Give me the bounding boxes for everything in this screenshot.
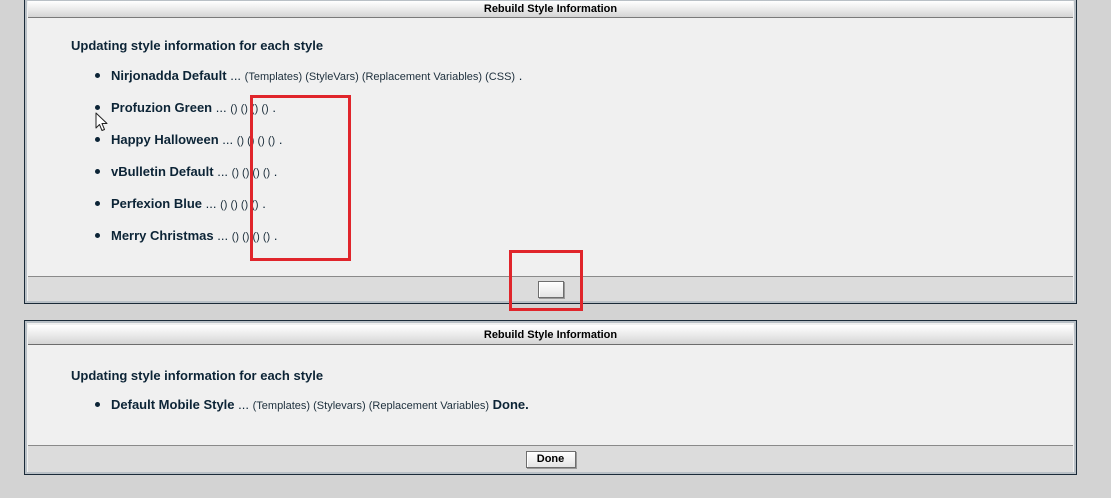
bullet-icon [95, 233, 100, 238]
bullet-icon [95, 201, 100, 206]
progress-dots: ... [217, 164, 229, 179]
progress-dots: ... [215, 100, 227, 115]
highlight-box-empty-steps [250, 95, 351, 261]
bullet-icon [95, 73, 100, 78]
rebuild-steps: (Templates) (StyleVars) (Replacement Var… [244, 71, 516, 83]
bullet-icon [95, 402, 100, 407]
progress-dots: ... [222, 132, 234, 147]
style-name: Perfexion Blue [111, 196, 203, 211]
bullet-icon [95, 105, 100, 110]
progress-dots: ... [205, 196, 217, 211]
style-name: Happy Halloween [111, 132, 219, 147]
style-name: Merry Christmas [111, 228, 214, 243]
style-name: Nirjonadda Default [111, 68, 227, 83]
panel-header: Rebuild Style Information [28, 1, 1073, 18]
mouse-pointer-icon [95, 112, 108, 131]
row-end: . [518, 68, 523, 83]
bullet-icon [95, 137, 100, 142]
done-button[interactable]: Done [525, 451, 576, 468]
highlight-box-empty-button [509, 250, 583, 311]
style-name: Default Mobile Style [111, 397, 235, 412]
progress-dots: ... [238, 397, 249, 412]
panel-title: Updating style information for each styl… [71, 38, 324, 53]
rebuild-steps: (Templates) (Stylevars) (Replacement Var… [252, 400, 489, 412]
progress-dots: ... [217, 228, 229, 243]
bullet-icon [95, 169, 100, 174]
style-name: vBulletin Default [111, 164, 214, 179]
row-end: Done. [492, 397, 529, 412]
panel-title: Updating style information for each styl… [71, 368, 324, 383]
style-name: Profuzion Green [111, 100, 213, 115]
progress-dots: ... [230, 68, 242, 83]
panel-footer: Done [28, 445, 1073, 472]
rebuild-panel-2: Rebuild Style Information Updating style… [24, 320, 1077, 475]
panel-header: Rebuild Style Information [28, 325, 1073, 345]
